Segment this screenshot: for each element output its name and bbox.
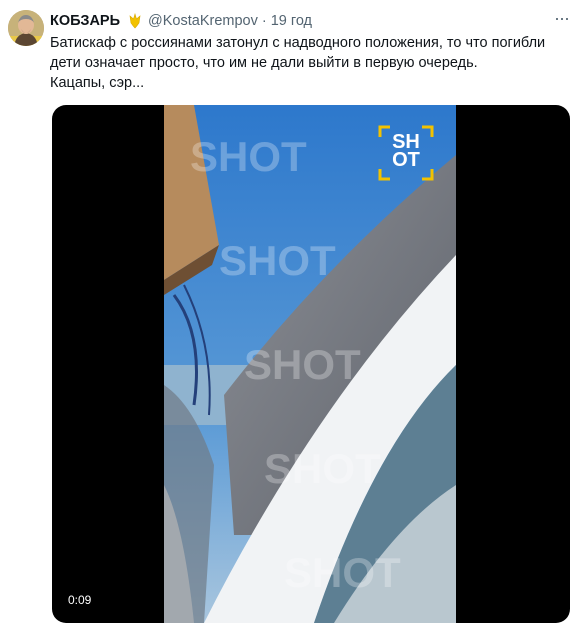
shot-logo: SH OT bbox=[378, 125, 434, 181]
separator-dot: · bbox=[261, 13, 267, 29]
author-avatar[interactable] bbox=[8, 10, 44, 46]
trident-icon bbox=[126, 12, 144, 29]
tweet-text-line: Батискаф с россиянами затонул с надводно… bbox=[50, 35, 546, 51]
watermark-text: SHOT bbox=[284, 549, 401, 596]
video-player[interactable]: SHOT SHOT SHOT SHOT SHOT SH OT 0:09 bbox=[52, 105, 570, 623]
tweet-text-line: Кацапы, сэр... bbox=[50, 75, 145, 91]
watermark-text: SHOT bbox=[190, 133, 307, 180]
watermark-text: SHOT bbox=[244, 341, 361, 388]
more-options-icon[interactable]: ··· bbox=[554, 8, 570, 29]
tweet-text-line: дети означает просто, что им не дали вый… bbox=[50, 55, 478, 71]
watermark-text: SHOT bbox=[219, 237, 336, 284]
logo-line: OT bbox=[392, 149, 420, 171]
author-handle[interactable]: @KostaKrempov bbox=[148, 13, 258, 29]
tweet-header: КОБЗАРЬ @KostaKrempov · 19 год bbox=[50, 10, 312, 32]
watermark-text: SHOT bbox=[264, 445, 381, 492]
author-name[interactable]: КОБЗАРЬ bbox=[50, 13, 120, 29]
video-duration: 0:09 bbox=[68, 593, 92, 607]
tweet-text: Батискаф с россиянами затонул с надводно… bbox=[50, 33, 575, 93]
tweet-timestamp[interactable]: 19 год bbox=[271, 13, 312, 29]
video-frame[interactable]: SHOT SHOT SHOT SHOT SHOT bbox=[164, 105, 456, 623]
